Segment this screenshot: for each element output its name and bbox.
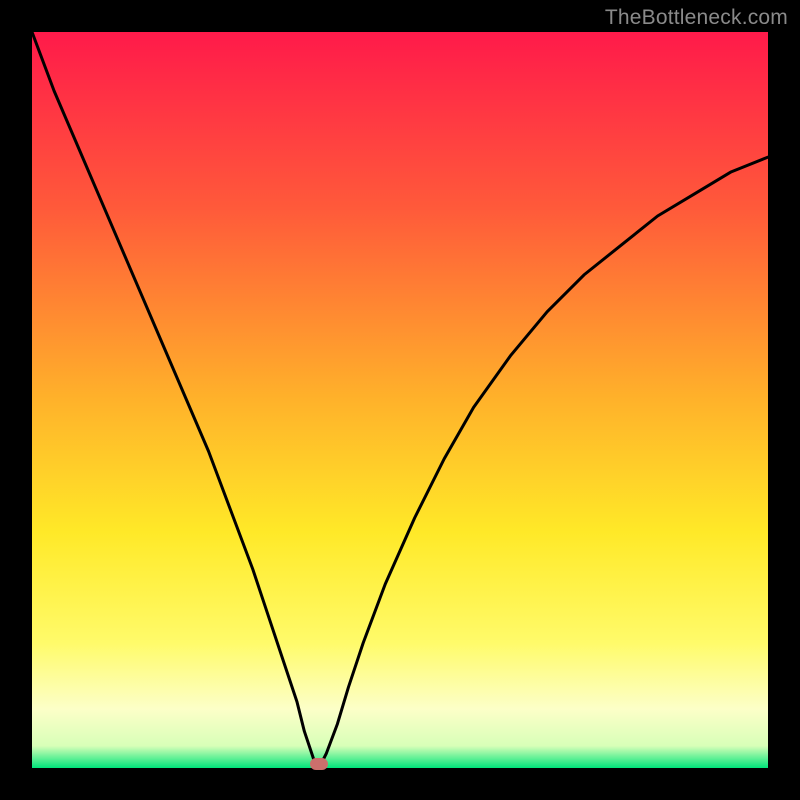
- optimum-marker: [310, 758, 328, 770]
- chart-frame: TheBottleneck.com: [0, 0, 800, 800]
- bottleneck-curve: [32, 32, 768, 768]
- watermark-text: TheBottleneck.com: [605, 6, 788, 30]
- curve-path: [32, 32, 768, 768]
